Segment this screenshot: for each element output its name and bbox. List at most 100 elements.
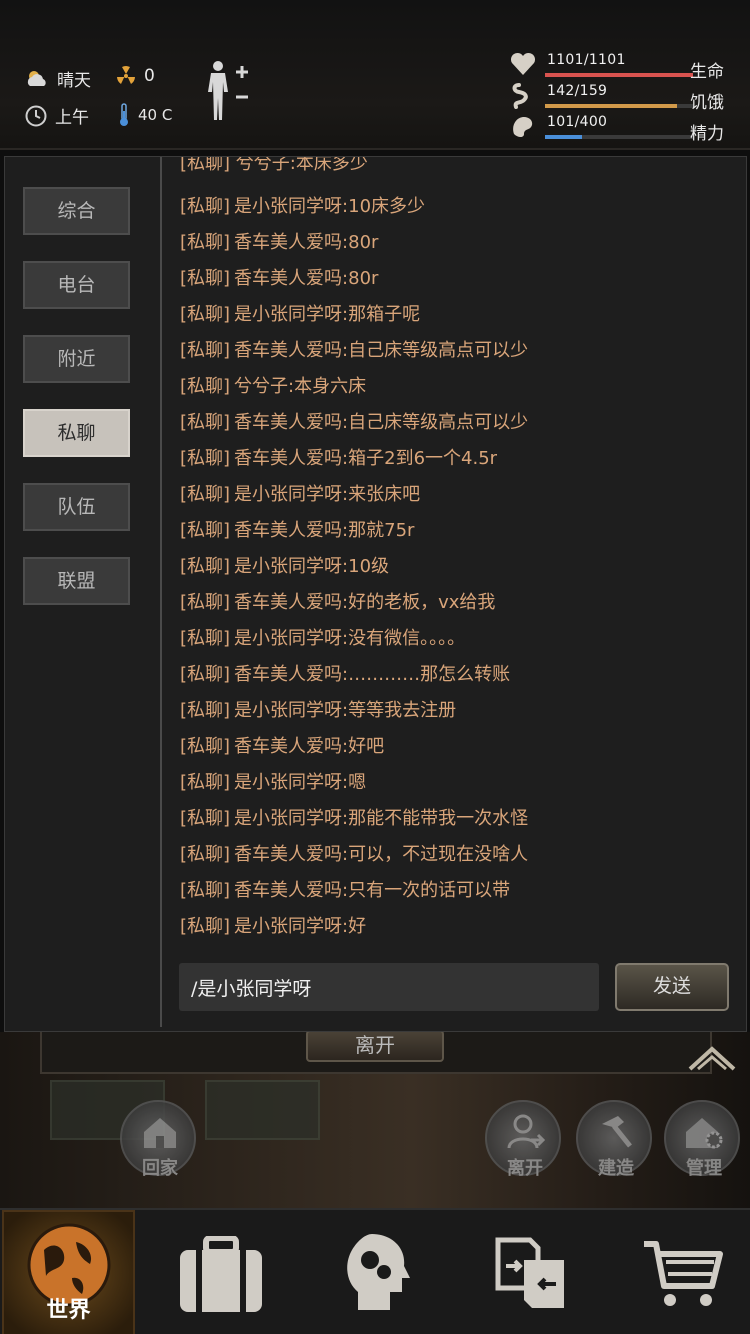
- leave-tab[interactable]: 离开: [306, 1030, 444, 1062]
- chevron-up-icon[interactable]: [688, 1043, 736, 1071]
- hunger-bar: [545, 104, 693, 108]
- person-leave-icon: [507, 1114, 545, 1149]
- chat-message-text: 是小张同学呀:嗯: [234, 772, 367, 793]
- chat-message-channel-tag: [私聊]: [180, 484, 231, 505]
- chat-message-text: 是小张同学呀:等等我去注册: [234, 700, 457, 721]
- chat-message: [私聊] 香车美人爱吗:自己床等级高点可以少: [180, 408, 528, 434]
- chat-message: [私聊] 是小张同学呀:来张床吧: [180, 480, 420, 506]
- weather-status: 晴天: [25, 66, 91, 91]
- clock-icon: [25, 105, 47, 126]
- chat-message-list[interactable]: [私聊] 兮兮子:本床多少 [私聊] 是小张同学呀:10床多少 [私聊] 香车美人爱吗…: [180, 157, 740, 943]
- home-button[interactable]: 回家: [120, 1100, 196, 1179]
- chat-message-channel-tag: [私聊]: [180, 376, 231, 397]
- chat-message-channel-tag: [私聊]: [180, 520, 231, 541]
- send-button[interactable]: 发送: [615, 963, 729, 1011]
- chat-message-text: 是小张同学呀:好: [234, 916, 367, 937]
- hammer-icon: [602, 1116, 632, 1148]
- chat-message-text: 是小张同学呀:来张床吧: [234, 484, 421, 505]
- heart-icon: [510, 52, 536, 75]
- chat-message-channel-tag: [私聊]: [180, 340, 231, 361]
- radiation-value: 0: [144, 66, 155, 86]
- chat-message-channel-tag: [私聊]: [180, 268, 231, 289]
- tab-alliance[interactable]: 联盟: [23, 557, 130, 605]
- tab-general[interactable]: 综合: [23, 187, 130, 235]
- chat-message: [私聊] 香车美人爱吗:好吧: [180, 732, 384, 758]
- chat-message-channel-tag: [私聊]: [180, 736, 231, 757]
- stomach-icon: [512, 83, 528, 109]
- tab-radio[interactable]: 电台: [23, 261, 130, 309]
- head-gears-icon: [347, 1234, 410, 1310]
- nav-world-label: 世界: [46, 1298, 91, 1323]
- leave-button-label: 离开: [507, 1158, 543, 1179]
- home-button-label: 回家: [142, 1158, 178, 1179]
- energy-bar: [545, 135, 693, 139]
- chat-message: [私聊] 香车美人爱吗:箱子2到6一个4.5r: [180, 444, 497, 470]
- chat-message-text: 香车美人爱吗:箱子2到6一个4.5r: [234, 448, 498, 469]
- leave-button[interactable]: 离开: [485, 1100, 561, 1179]
- chat-message: [私聊] 是小张同学呀:没有微信。。。。: [180, 624, 465, 650]
- chat-message-channel-tag: [私聊]: [180, 412, 231, 433]
- chat-message-channel-tag: [私聊]: [180, 772, 231, 793]
- chat-message: [私聊] 香车美人爱吗:…………那怎么转账: [180, 660, 510, 686]
- chat-message: [私聊] 香车美人爱吗:80r: [180, 228, 378, 254]
- build-button[interactable]: 建造: [576, 1100, 652, 1179]
- chat-message-text: 香车美人爱吗:自己床等级高点可以少: [234, 412, 529, 433]
- chat-message: [私聊] 是小张同学呀:那能不能带我一次水怪: [180, 804, 528, 830]
- chat-message: [私聊] 香车美人爱吗:好的老板，vx给我: [180, 588, 495, 614]
- chat-message-channel-tag: [私聊]: [180, 844, 231, 865]
- chat-message-text: 是小张同学呀:那箱子呢: [234, 304, 421, 325]
- chat-message-text: 是小张同学呀:那能不能带我一次水怪: [234, 808, 529, 829]
- nav-inventory[interactable]: [160, 1210, 280, 1334]
- time-of-day-text: 上午: [55, 108, 89, 128]
- chat-panel: 综合 电台 附近 私聊 队伍 联盟 [私聊] 兮兮子:本床多少 [私聊] 是小张同…: [4, 156, 747, 1032]
- tab-nearby[interactable]: 附近: [23, 335, 130, 383]
- energy-label: 精力: [690, 124, 724, 144]
- chat-message-text: 是小张同学呀:10床多少: [234, 196, 426, 217]
- bottom-nav: 世界: [0, 1208, 750, 1334]
- build-button-label: 建造: [598, 1158, 634, 1179]
- nav-world[interactable]: 世界: [2, 1210, 135, 1334]
- chat-message: [私聊] 香车美人爱吗:可以，不过现在没啥人: [180, 840, 528, 866]
- chat-message-channel-tag: [私聊]: [180, 592, 231, 613]
- chat-message-channel-tag: [私聊]: [180, 556, 231, 577]
- vital-bar-fill: [545, 135, 582, 139]
- hunger-label: 饥饿: [690, 93, 724, 113]
- health-value: 1101/1101: [547, 52, 626, 68]
- health-label: 生命: [690, 62, 724, 82]
- manage-button[interactable]: 管理: [664, 1100, 740, 1179]
- vital-health: 1101/1101 生命: [510, 52, 750, 84]
- chat-message: [私聊] 香车美人爱吗:80r: [180, 264, 378, 290]
- tab-team[interactable]: 队伍: [23, 483, 130, 531]
- chat-message-channel-tag: [私聊]: [180, 880, 231, 901]
- chat-message: [私聊] 是小张同学呀:好: [180, 912, 366, 938]
- briefcase-icon: [180, 1236, 262, 1312]
- home-gear-icon: [686, 1118, 723, 1149]
- chat-message: [私聊] 是小张同学呀:等等我去注册: [180, 696, 456, 722]
- time-status: 上午: [25, 103, 89, 128]
- chat-message-text: 是小张同学呀:10级: [234, 556, 390, 577]
- energy-icon: [513, 117, 533, 137]
- tab-private[interactable]: 私聊: [23, 409, 130, 457]
- chat-message-text: 香车美人爱吗:80r: [234, 268, 379, 289]
- nav-skills[interactable]: [320, 1210, 430, 1334]
- body-status-icon[interactable]: [205, 60, 253, 122]
- chat-message: [私聊] 香车美人爱吗:只有一次的话可以带: [180, 876, 510, 902]
- energy-value: 101/400: [547, 114, 608, 130]
- chat-channel-tabs: 综合 电台 附近 私聊 队伍 联盟: [5, 157, 162, 1027]
- chat-message-text: 香车美人爱吗:可以，不过现在没啥人: [234, 844, 529, 865]
- chat-message-channel-tag: [私聊]: [180, 916, 231, 937]
- nav-exchange[interactable]: [480, 1210, 590, 1334]
- temperature-value: 40 C: [138, 106, 173, 124]
- chat-message-text: 香车美人爱吗:…………那怎么转账: [234, 664, 511, 685]
- chat-input[interactable]: [179, 963, 599, 1011]
- chat-message-text: 香车美人爱吗:只有一次的话可以带: [234, 880, 511, 901]
- chat-message-channel-tag: [私聊]: [180, 448, 231, 469]
- chat-message-channel-tag: [私聊]: [180, 232, 231, 253]
- chat-message-text: 香车美人爱吗:自己床等级高点可以少: [234, 340, 529, 361]
- vital-bar-fill: [545, 104, 677, 108]
- nav-shop[interactable]: [630, 1210, 740, 1334]
- weather-text: 晴天: [57, 71, 91, 91]
- health-bar: [545, 73, 693, 77]
- chat-message-channel-tag: [私聊]: [180, 664, 231, 685]
- home-icon: [144, 1118, 176, 1148]
